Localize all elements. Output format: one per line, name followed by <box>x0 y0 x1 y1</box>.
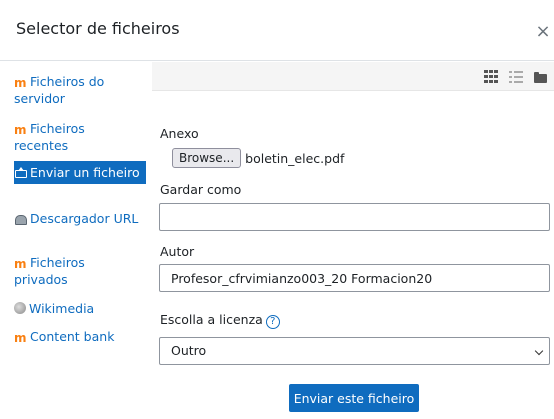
sidebar-item-recent-files[interactable]: m Ficheiros recentes <box>14 117 146 157</box>
sidebar-item-private-files[interactable]: m Ficheiros privados <box>14 251 146 291</box>
folder-view-icon[interactable] <box>534 70 550 84</box>
view-toolbar <box>152 62 554 91</box>
upload-panel: Anexo Browse... boletin_elec.pdf Gardar … <box>152 62 554 419</box>
repository-sidebar: m Ficheiros do servidor m Ficheiros recent… <box>0 62 146 419</box>
author-label: Autor <box>160 244 195 259</box>
upload-icon <box>14 167 27 178</box>
license-select[interactable]: Outro <box>159 337 550 365</box>
save-as-label: Gardar como <box>160 182 242 197</box>
download-icon <box>14 213 27 225</box>
dialog-header: Selector de ficheiros × <box>0 0 554 61</box>
sidebar-item-server-files[interactable]: m Ficheiros do servidor <box>14 70 146 110</box>
moodle-icon: m <box>14 123 27 137</box>
help-icon[interactable]: ? <box>265 315 280 329</box>
dialog-title: Selector de ficheiros <box>16 19 180 38</box>
upload-file-button[interactable]: Enviar este ficheiro <box>289 384 419 412</box>
license-selected-value: Outro <box>171 343 207 358</box>
sidebar-item-url-downloader[interactable]: Descargador URL <box>14 207 146 230</box>
sidebar-item-wikimedia[interactable]: Wikimedia <box>14 297 146 320</box>
selected-file-name: boletin_elec.pdf <box>245 150 345 166</box>
file-chooser: Browse... boletin_elec.pdf <box>172 148 344 168</box>
moodle-icon: m <box>14 331 27 345</box>
sidebar-item-label: Descargador URL <box>30 211 139 226</box>
list-view-icon[interactable] <box>509 70 525 84</box>
chevron-down-icon <box>534 346 544 356</box>
sidebar-item-content-bank[interactable]: m Content bank <box>14 325 146 348</box>
sidebar-item-label: Wikimedia <box>29 301 95 316</box>
grid-view-icon[interactable] <box>484 70 500 84</box>
moodle-icon: m <box>14 257 27 271</box>
author-input[interactable] <box>159 264 550 292</box>
license-label-row: Escolla a licenza? <box>160 312 280 329</box>
file-picker-dialog: Selector de ficheiros × m Ficheiros do se… <box>0 0 554 419</box>
sidebar-item-label: Content bank <box>30 329 115 344</box>
sidebar-item-label: Enviar un ficheiro <box>30 165 140 180</box>
browse-button[interactable]: Browse... <box>172 148 242 168</box>
globe-icon <box>14 302 26 314</box>
license-label: Escolla a licenza <box>160 312 263 327</box>
sidebar-item-label: Ficheiros do servidor <box>14 74 105 106</box>
close-icon[interactable]: × <box>534 22 552 42</box>
moodle-icon: m <box>14 76 27 90</box>
save-as-input[interactable] <box>159 203 550 231</box>
sidebar-item-upload-file[interactable]: Enviar un ficheiro <box>14 161 146 184</box>
attachment-label: Anexo <box>160 126 199 141</box>
